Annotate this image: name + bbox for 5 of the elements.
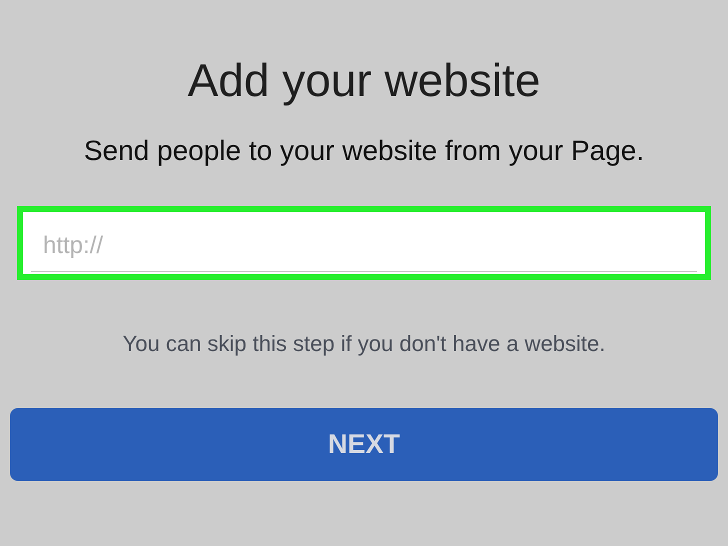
hint-text: You can skip this step if you don't have a website. [122,330,606,358]
subtitle: Send people to your website from your Page. [84,134,644,168]
url-field[interactable]: http:// [23,212,705,274]
next-button[interactable]: NEXT [10,408,718,481]
page-title: Add your website [188,53,540,108]
